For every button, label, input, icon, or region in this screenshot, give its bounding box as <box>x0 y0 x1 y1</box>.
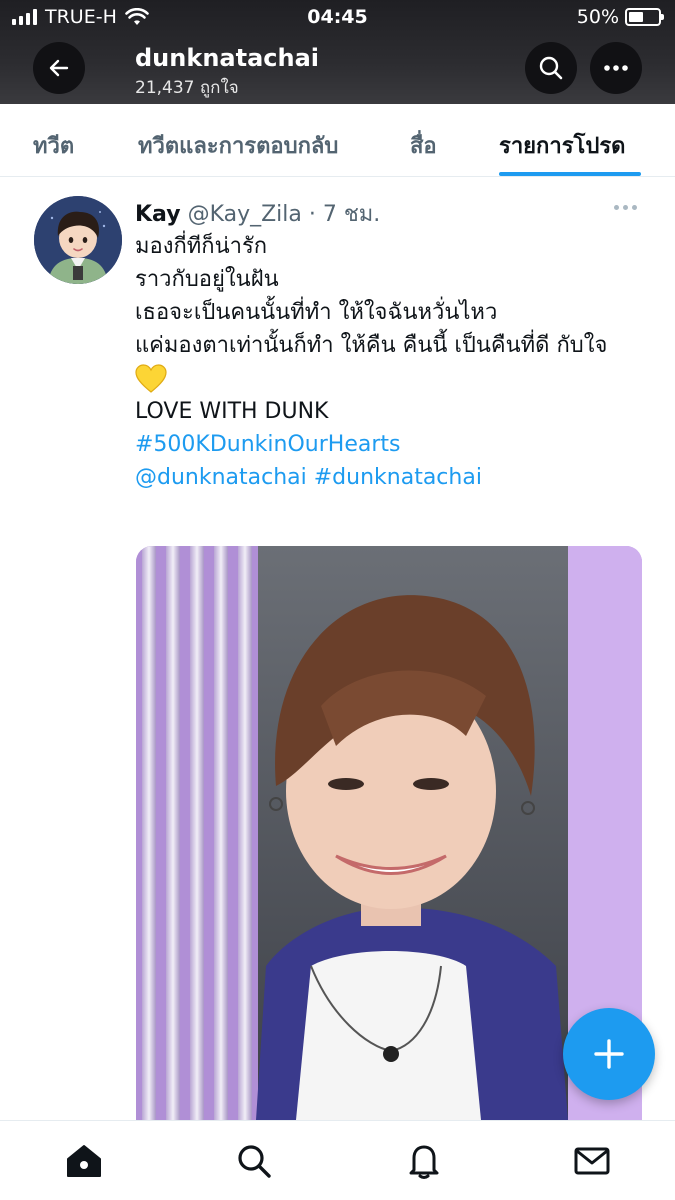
avatar[interactable] <box>34 196 122 284</box>
search-icon <box>238 1145 271 1178</box>
arrow-left-icon <box>49 59 69 77</box>
photo-image <box>136 546 642 1120</box>
avatar-illustration <box>34 196 122 284</box>
nav-notifications[interactable] <box>404 1141 444 1181</box>
tweet-caption: LOVE WITH DUNK <box>135 399 329 424</box>
back-button[interactable] <box>33 42 85 94</box>
yellow-heart-icon <box>135 363 167 393</box>
tweet-photo[interactable] <box>136 546 642 1120</box>
tweet-more-button[interactable] <box>614 205 637 210</box>
more-options-button[interactable] <box>590 42 642 94</box>
tweet-line: เธอจะเป็นคนนั้นที่ทำ ให้ใจฉันหวั่นไหว <box>135 300 498 325</box>
profile-header: TRUE-H 04:45 50% dunknatachai 21,437 ถูก… <box>0 0 675 104</box>
bell-icon <box>409 1145 439 1179</box>
hashtag-link[interactable]: #500KDunkinOurHearts <box>135 428 645 461</box>
nav-search[interactable] <box>234 1141 274 1181</box>
tweet-line: มองกี่ทีก็น่ารัก <box>135 234 268 259</box>
tab-likes[interactable]: รายการโปรด <box>499 128 625 163</box>
tweet-text: มองกี่ทีก็น่ารัก ราวกับอยู่ในฝัน เธอจะเป… <box>135 230 645 494</box>
tweet-header: Kay @Kay_Zila · 7 ชม. <box>135 196 380 231</box>
likes-count: 21,437 ถูกใจ <box>135 78 239 98</box>
search-icon <box>539 56 563 80</box>
nav-messages[interactable] <box>572 1141 612 1181</box>
nav-home[interactable] <box>64 1141 104 1181</box>
tweet-meta: @Kay_Zila · 7 ชม. <box>187 202 381 227</box>
bottom-navigation <box>0 1120 675 1200</box>
mail-icon <box>574 1147 610 1175</box>
tweet-line: ราวกับอยู่ในฝัน <box>135 267 279 292</box>
mention-links[interactable]: @dunknatachai #dunknatachai <box>135 461 645 494</box>
status-bar: TRUE-H 04:45 50% <box>0 0 675 34</box>
active-tab-indicator <box>499 172 641 176</box>
home-icon <box>67 1145 101 1177</box>
profile-name: dunknatachai <box>135 44 319 72</box>
tab-tweets[interactable]: ทวีต <box>33 128 74 163</box>
clock-time: 04:45 <box>307 6 368 28</box>
compose-tweet-button[interactable] <box>563 1008 655 1100</box>
profile-tabs: ทวีต ทวีตและการตอบกลับ สื่อ รายการโปรด <box>0 104 675 177</box>
search-button[interactable] <box>525 42 577 94</box>
more-horizontal-icon <box>604 65 628 71</box>
tab-media[interactable]: สื่อ <box>410 128 437 163</box>
compose-plus-icon <box>594 1039 624 1069</box>
battery-icon <box>625 8 664 26</box>
tweet-author-name[interactable]: Kay <box>135 202 181 227</box>
battery-percent: 50% <box>576 6 619 28</box>
tweet-line: แค่มองตาเท่านั้นก็ทำ ให้คืน คืนนี้ เป็นค… <box>135 333 608 358</box>
tab-tweets-and-replies[interactable]: ทวีตและการตอบกลับ <box>138 128 338 163</box>
